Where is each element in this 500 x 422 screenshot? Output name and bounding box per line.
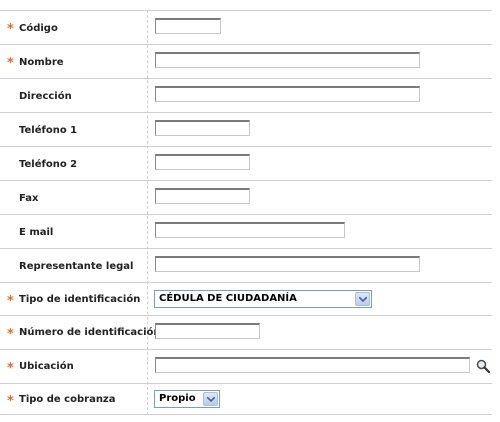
form-row-nombre: * Nombre — [0, 44, 492, 78]
email-input[interactable] — [155, 222, 345, 238]
tipo-identificacion-select[interactable]: CÉDULA DE CIUDADANÍA — [154, 290, 372, 308]
form-row-telefono2: Teléfono 2 — [0, 146, 492, 180]
label-direccion: Dirección — [19, 91, 72, 102]
label-tipo-identificacion: Tipo de identificación — [19, 294, 141, 305]
label-ubicacion: Ubicación — [19, 361, 74, 372]
form-row-numero-identificacion: * Número de identificación — [0, 315, 492, 349]
label-fax: Fax — [19, 193, 39, 204]
form-row-tipo-identificacion: * Tipo de identificación CÉDULA DE CIUDA… — [0, 282, 492, 315]
form-row-ubicacion: * Ubicación — [0, 349, 492, 383]
required-marker: * — [7, 361, 14, 376]
ubicacion-input[interactable] — [155, 357, 470, 373]
numero-identificacion-input[interactable] — [155, 323, 260, 339]
form-row-email: E mail — [0, 214, 492, 248]
required-marker: * — [7, 294, 14, 309]
form-container: * Código * Nombre Dirección Teléfono 1 T… — [0, 0, 500, 422]
label-nombre: Nombre — [19, 57, 64, 68]
form-row-tipo-cobranza: * Tipo de cobranza Propio — [0, 383, 492, 415]
form-row-codigo: * Código — [0, 10, 492, 44]
chevron-down-icon[interactable] — [203, 392, 218, 406]
direccion-input[interactable] — [155, 86, 420, 102]
tipo-cobranza-selected: Propio — [159, 393, 196, 404]
label-numero-identificacion: Número de identificación — [19, 327, 161, 338]
tipo-identificacion-selected: CÉDULA DE CIUDADANÍA — [159, 293, 297, 304]
representante-input[interactable] — [155, 256, 420, 272]
required-marker: * — [7, 56, 14, 71]
required-marker: * — [7, 22, 14, 37]
search-icon[interactable] — [476, 359, 490, 373]
nombre-input[interactable] — [155, 52, 420, 68]
required-marker: * — [7, 394, 14, 409]
label-tipo-cobranza: Tipo de cobranza — [19, 394, 116, 405]
fax-input[interactable] — [155, 188, 250, 204]
codigo-input[interactable] — [155, 18, 221, 34]
form-row-direccion: Dirección — [0, 78, 492, 112]
telefono1-input[interactable] — [155, 120, 250, 136]
telefono2-input[interactable] — [155, 154, 250, 170]
form-row-telefono1: Teléfono 1 — [0, 112, 492, 146]
form-row-fax: Fax — [0, 180, 492, 214]
label-email: E mail — [19, 227, 54, 238]
label-representante: Representante legal — [19, 261, 134, 272]
label-telefono2: Teléfono 2 — [19, 159, 78, 170]
label-telefono1: Teléfono 1 — [19, 125, 78, 136]
chevron-down-icon[interactable] — [355, 292, 370, 306]
tipo-cobranza-select[interactable]: Propio — [154, 390, 220, 408]
form-row-representante: Representante legal — [0, 248, 492, 282]
required-marker: * — [7, 327, 14, 342]
label-codigo: Código — [19, 23, 58, 34]
